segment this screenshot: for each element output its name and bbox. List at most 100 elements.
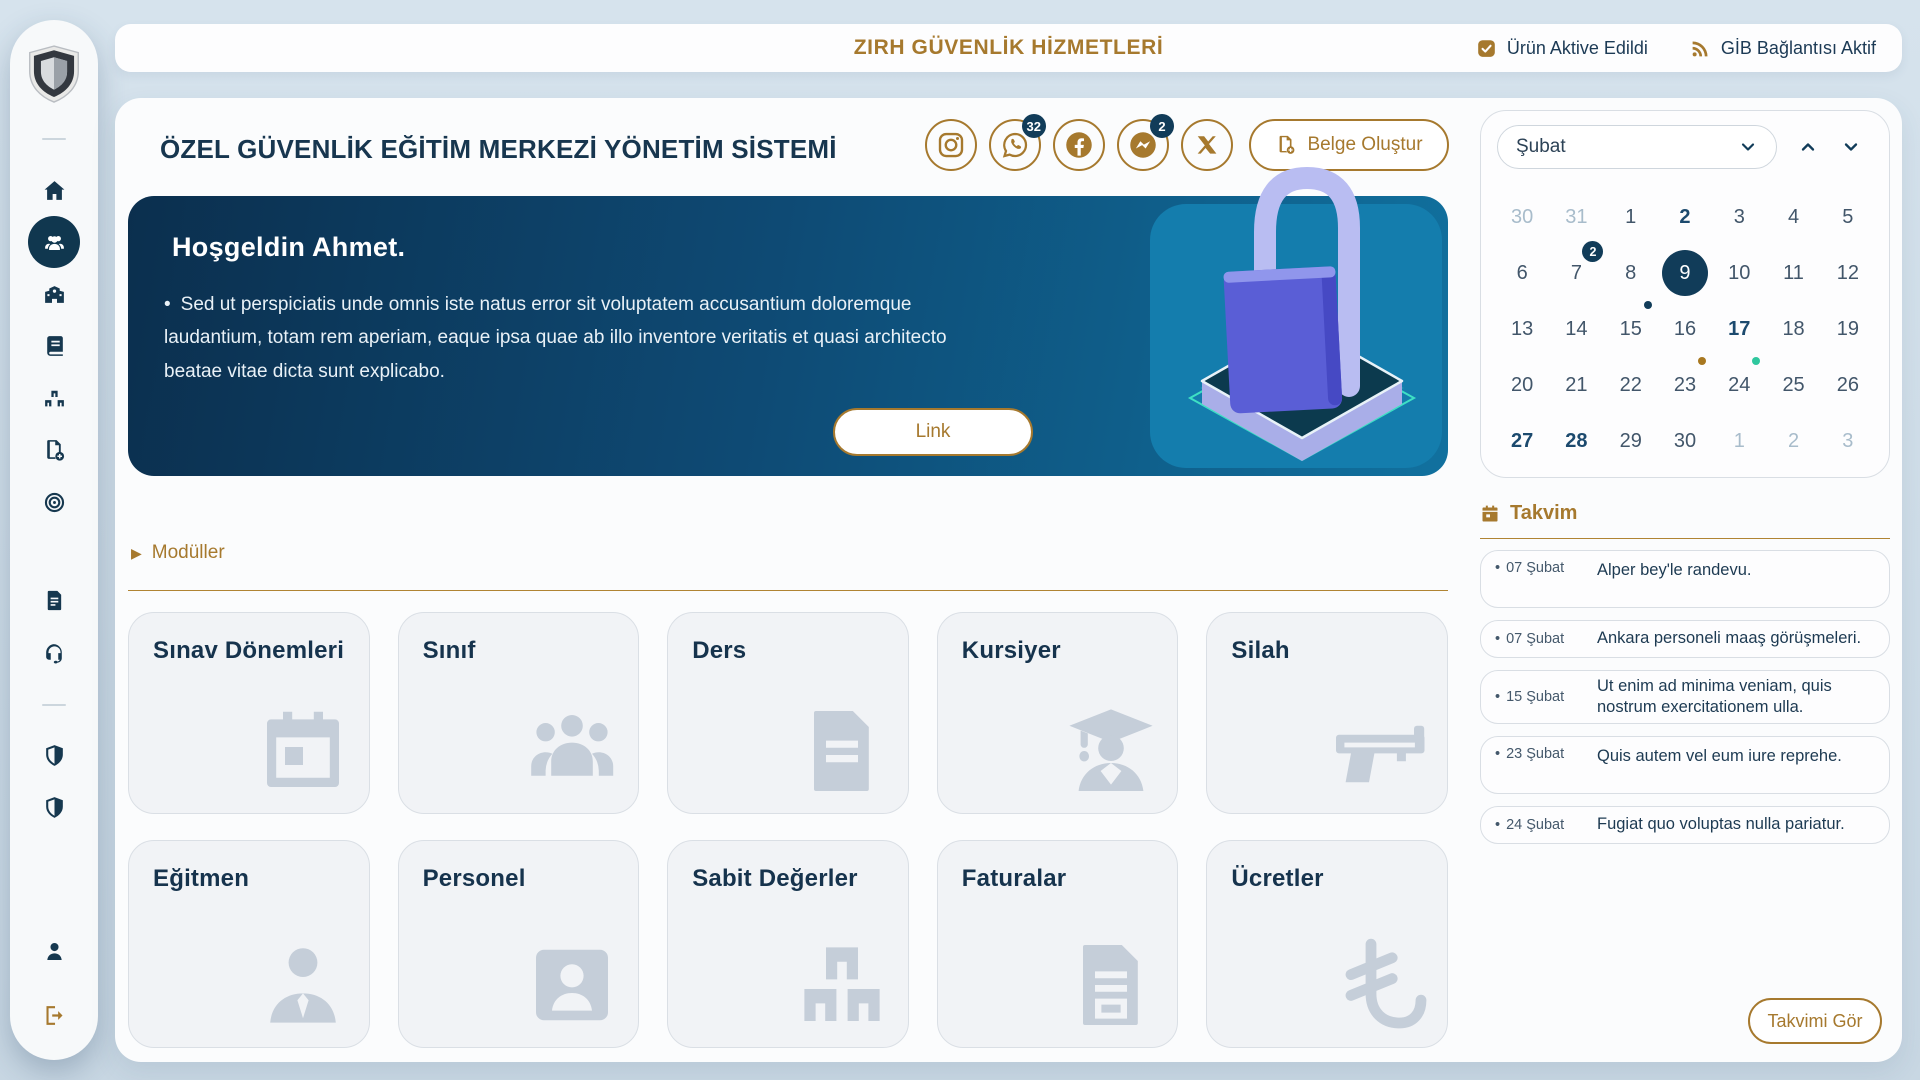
module-card-5[interactable]: Silah	[1206, 612, 1448, 814]
school-icon	[42, 282, 67, 307]
calendar-day[interactable]: 5	[1825, 194, 1871, 240]
sidebar-item-target[interactable]	[28, 476, 80, 528]
calendar-day[interactable]: 19	[1825, 306, 1871, 352]
target-icon	[42, 490, 67, 515]
calendar-day[interactable]: 10	[1716, 250, 1762, 296]
calendar-day[interactable]: 1	[1716, 418, 1762, 464]
sidebar-item-school[interactable]	[28, 268, 80, 320]
agenda-event[interactable]: •24 Şubat Fugiat quo voluptas nulla pari…	[1480, 806, 1890, 844]
calendar-day[interactable]: 11	[1771, 250, 1817, 296]
calendar-day[interactable]: 28	[1553, 418, 1599, 464]
calendar-day[interactable]: 2	[1771, 418, 1817, 464]
calendar-day[interactable]: 13	[1499, 306, 1545, 352]
calendar-day[interactable]: 6	[1499, 250, 1545, 296]
calendar-day[interactable]: 17	[1716, 306, 1762, 352]
month-select[interactable]: Şubat	[1497, 125, 1777, 169]
calendar-day[interactable]: 30	[1662, 418, 1708, 464]
create-document-button[interactable]: Belge Oluştur	[1249, 119, 1449, 171]
app-logo-shield-icon	[10, 44, 98, 106]
calendar-day[interactable]: 2	[1662, 194, 1708, 240]
shield-icon	[42, 795, 67, 820]
module-card-4[interactable]: Kursiyer	[937, 612, 1179, 814]
document-add-icon	[42, 438, 67, 463]
instagram-social-button[interactable]	[925, 119, 977, 171]
notification-badge: 32	[1022, 114, 1046, 138]
user-icon	[42, 939, 67, 964]
calendar-day[interactable]: 8	[1608, 250, 1654, 296]
calendar-day[interactable]: 1	[1608, 194, 1654, 240]
sidebar-item-document-add[interactable]	[28, 424, 80, 476]
sidebar-item-user[interactable]	[28, 925, 80, 977]
view-calendar-button[interactable]: Takvimi Gör	[1748, 998, 1882, 1044]
calendar-prev-button[interactable]	[1787, 125, 1830, 169]
day-event-dot	[1644, 301, 1652, 309]
sidebar-item-users[interactable]	[28, 216, 80, 268]
status-rss[interactable]: GİB Bağlantısı Aktif	[1690, 38, 1876, 59]
calendar-day[interactable]: 72	[1553, 250, 1599, 296]
calendar-day[interactable]: 21	[1553, 362, 1599, 408]
sidebar-item-boxes[interactable]	[28, 372, 80, 424]
agenda-event[interactable]: •07 Şubat Ankara personeli maaş görüşmel…	[1480, 620, 1890, 658]
calendar-next-button[interactable]	[1830, 125, 1873, 169]
gun-icon	[1333, 703, 1429, 799]
sidebar-item-logout[interactable]	[28, 989, 80, 1041]
module-card-10[interactable]: Ücretler	[1206, 840, 1448, 1048]
calendar-day[interactable]: 4	[1771, 194, 1817, 240]
module-card-7[interactable]: Personel	[398, 840, 640, 1048]
calendar-day-selected[interactable]: 9	[1662, 250, 1708, 296]
agenda-event[interactable]: •07 Şubat Alper bey'le randevu.	[1480, 550, 1890, 608]
chevron-down-icon	[1841, 137, 1861, 157]
calendar-day[interactable]: 23	[1662, 362, 1708, 408]
calendar-icon	[255, 703, 351, 799]
calendar-day[interactable]: 22	[1608, 362, 1654, 408]
calendar-day[interactable]: 3	[1825, 418, 1871, 464]
lesson-icon	[794, 703, 890, 799]
agenda-event[interactable]: •23 Şubat Quis autem vel eum iure repreh…	[1480, 736, 1890, 794]
event-date: •24 Şubat	[1495, 817, 1597, 833]
users-icon	[42, 230, 67, 255]
calendar-day[interactable]: 27	[1499, 418, 1545, 464]
sidebar-item-document[interactable]	[28, 575, 80, 627]
module-card-title: Kursiyer	[962, 637, 1178, 665]
calendar-day[interactable]: 31	[1553, 194, 1599, 240]
module-card-1[interactable]: Sınav Dönemleri	[128, 612, 370, 814]
whatsapp-social-button[interactable]: 32	[989, 119, 1041, 171]
calendar-icon	[1480, 504, 1500, 524]
module-card-2[interactable]: Sınıf	[398, 612, 640, 814]
sidebar-item-book[interactable]	[28, 320, 80, 372]
calendar-day[interactable]: 14	[1553, 306, 1599, 352]
calendar-day[interactable]: 16	[1662, 306, 1708, 352]
document-add-icon	[1275, 134, 1297, 156]
calendar-day[interactable]: 15	[1608, 306, 1654, 352]
sidebar-divider	[42, 704, 66, 706]
calendar-day[interactable]: 29	[1608, 418, 1654, 464]
sidebar-item-shield[interactable]	[28, 729, 80, 781]
modules-header[interactable]: ▶ Modüller	[131, 542, 225, 564]
sidebar-item-headset[interactable]	[28, 627, 80, 679]
instructor-icon	[255, 937, 351, 1033]
personnel-icon	[524, 937, 620, 1033]
module-card-3[interactable]: Ders	[667, 612, 909, 814]
x-social-button[interactable]	[1181, 119, 1233, 171]
sidebar	[10, 20, 98, 1060]
calendar-day[interactable]: 20	[1499, 362, 1545, 408]
welcome-link-button[interactable]: Link	[833, 408, 1033, 456]
module-card-8[interactable]: Sabit Değerler	[667, 840, 909, 1048]
calendar-day[interactable]: 3	[1716, 194, 1762, 240]
sidebar-item-home[interactable]	[28, 164, 80, 216]
module-card-9[interactable]: Faturalar	[937, 840, 1179, 1048]
calendar-day[interactable]: 12	[1825, 250, 1871, 296]
calendar-day[interactable]: 24	[1716, 362, 1762, 408]
main-panel: ÖZEL GÜVENLİK EĞİTİM MERKEZİ YÖNETİM SİS…	[115, 98, 1902, 1062]
calendar-day[interactable]: 26	[1825, 362, 1871, 408]
agenda-event[interactable]: •15 Şubat Ut enim ad minima veniam, quis…	[1480, 670, 1890, 724]
calendar-day[interactable]: 30	[1499, 194, 1545, 240]
messenger-social-button[interactable]: 2	[1117, 119, 1169, 171]
sidebar-item-shield[interactable]	[28, 781, 80, 833]
status-checkbox[interactable]: Ürün Aktive Edildi	[1476, 38, 1648, 59]
calendar-day[interactable]: 25	[1771, 362, 1817, 408]
calendar-day[interactable]: 18	[1771, 306, 1817, 352]
module-card-6[interactable]: Eğitmen	[128, 840, 370, 1048]
home-icon	[42, 178, 67, 203]
facebook-social-button[interactable]	[1053, 119, 1105, 171]
